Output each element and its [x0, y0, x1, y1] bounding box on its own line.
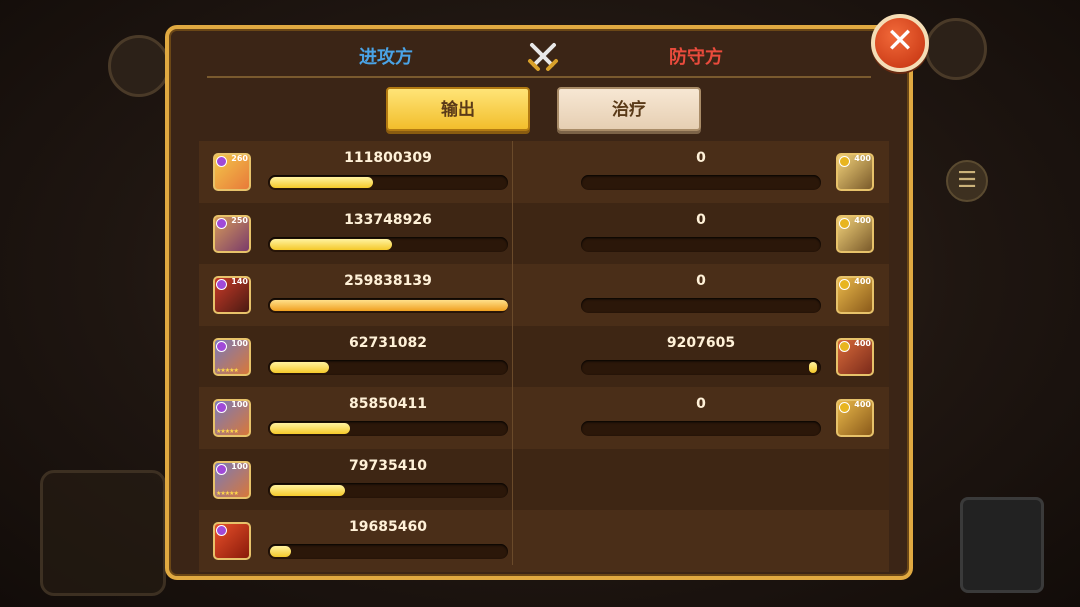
defender-damage-bar [581, 236, 821, 252]
bar-fill [270, 177, 373, 188]
list-menu-button[interactable]: ☰ [946, 160, 988, 202]
attacker-damage-bar [268, 298, 508, 313]
battle-stats-panel: 进攻方 防守方 输出 治疗 260 111800309 0 400 250 133… [165, 25, 913, 580]
attacker-damage-value: 79735410 [349, 457, 427, 474]
star-rating: ★★★★★ [216, 428, 239, 435]
masked-warrior-portrait[interactable]: 250 [213, 214, 251, 253]
hero-level: 250 [231, 215, 248, 225]
defender-damage-value: 0 [696, 273, 706, 289]
armored-knight-portrait[interactable]: 100 ★★★★★ [213, 337, 251, 376]
defense-team-label: 防守方 [669, 47, 723, 68]
bar-fill [270, 484, 345, 496]
hero-level: 400 [854, 215, 871, 225]
hero-level: 100 [231, 461, 248, 471]
defender-damage-bar [581, 175, 821, 190]
hero-level: 400 [854, 277, 871, 286]
defender-damage-value: 0 [696, 211, 706, 228]
golden-armor-portrait[interactable]: 400 [836, 153, 874, 191]
armored-knight-portrait[interactable]: 100 ★★★★★ [213, 399, 251, 437]
bar-fill [270, 300, 508, 311]
armored-knight-portrait[interactable]: 100 ★★★★★ [213, 460, 251, 499]
bar-fill [270, 546, 291, 557]
column-divider [512, 141, 513, 565]
bar-fill [270, 361, 329, 373]
star-rating: ★★★★★ [216, 489, 239, 497]
close-button[interactable]: ✕ [871, 14, 929, 72]
attacker-damage-bar [268, 175, 508, 190]
rank-gem-icon [839, 402, 850, 413]
panel-header: 进攻方 防守方 [169, 29, 909, 79]
hero-level: 100 [231, 338, 248, 348]
rank-gem-icon [216, 340, 227, 352]
attacker-damage-bar [268, 544, 508, 559]
blonde-hero-portrait[interactable]: 260 [213, 153, 251, 191]
rank-gem-icon [216, 156, 227, 167]
hero-level: 140 [231, 277, 248, 286]
stats-row: 100 ★★★★★ 79735410 [199, 448, 889, 510]
rank-gem-icon [216, 217, 227, 229]
golden-armor-portrait[interactable]: 400 [836, 214, 874, 253]
attacker-damage-value: 62731082 [349, 334, 427, 351]
attacker-damage-bar [268, 421, 508, 436]
stats-row: 140 259838139 0 400 [199, 264, 889, 326]
attacker-damage-bar [268, 482, 508, 498]
stats-row: 260 111800309 0 400 [199, 141, 889, 203]
hero-level: 400 [854, 400, 871, 409]
stats-row: 19685460 [199, 510, 889, 572]
hero-level: 400 [854, 154, 871, 163]
background-button [925, 18, 987, 80]
background-button [108, 35, 170, 97]
attacker-damage-value: 85850411 [349, 396, 427, 412]
stats-row: 250 133748926 0 400 [199, 202, 889, 264]
star-rating: ★★★★★ [216, 366, 239, 374]
attacker-damage-bar [268, 236, 508, 252]
hero-level: 400 [854, 338, 871, 348]
bar-fill [809, 361, 817, 373]
tab-output[interactable]: 输出 [386, 87, 530, 131]
rank-gem-icon [839, 217, 850, 229]
rank-gem-icon [216, 279, 227, 290]
bar-fill [270, 238, 392, 250]
rank-gem-icon [216, 525, 227, 536]
hero-level: 260 [231, 154, 248, 163]
golden-mech-portrait[interactable]: 400 [836, 399, 874, 437]
background-card [40, 470, 166, 596]
attack-team-label: 进攻方 [359, 47, 413, 68]
rank-gem-icon [216, 402, 227, 413]
rank-gem-icon [839, 340, 850, 352]
attacker-damage-value: 133748926 [344, 211, 432, 228]
defender-damage-bar [581, 298, 821, 313]
defender-damage-bar [581, 421, 821, 436]
defender-damage-bar [581, 359, 821, 375]
defender-damage-value: 0 [696, 150, 706, 166]
background-card [960, 497, 1044, 593]
header-divider [207, 76, 871, 78]
attacker-damage-value: 259838139 [344, 273, 432, 289]
rank-gem-icon [216, 463, 227, 475]
defender-damage-value: 9207605 [666, 334, 736, 351]
stats-list: 260 111800309 0 400 250 133748926 0 400 14… [199, 141, 889, 572]
bar-fill [270, 423, 350, 434]
defender-damage-value: 0 [696, 396, 706, 412]
lion-warrior-portrait[interactable]: 400 [836, 337, 874, 376]
attacker-damage-value: 19685460 [349, 519, 427, 535]
attacker-damage-bar [268, 359, 508, 375]
attacker-damage-value: 111800309 [344, 150, 432, 166]
red-dragon-portrait[interactable] [213, 522, 251, 560]
crossed-swords-icon [528, 43, 558, 71]
list-icon: ☰ [957, 168, 977, 193]
stats-row: 100 ★★★★★ 62731082 9207605 400 [199, 325, 889, 387]
hero-level: 100 [231, 400, 248, 409]
golden-mech-portrait[interactable]: 400 [836, 276, 874, 314]
red-beast-portrait[interactable]: 140 [213, 276, 251, 314]
stats-row: 100 ★★★★★ 85850411 0 400 [199, 387, 889, 449]
rank-gem-icon [839, 156, 850, 167]
tab-healing[interactable]: 治疗 [557, 87, 701, 131]
rank-gem-icon [839, 279, 850, 290]
close-icon: ✕ [885, 21, 915, 61]
